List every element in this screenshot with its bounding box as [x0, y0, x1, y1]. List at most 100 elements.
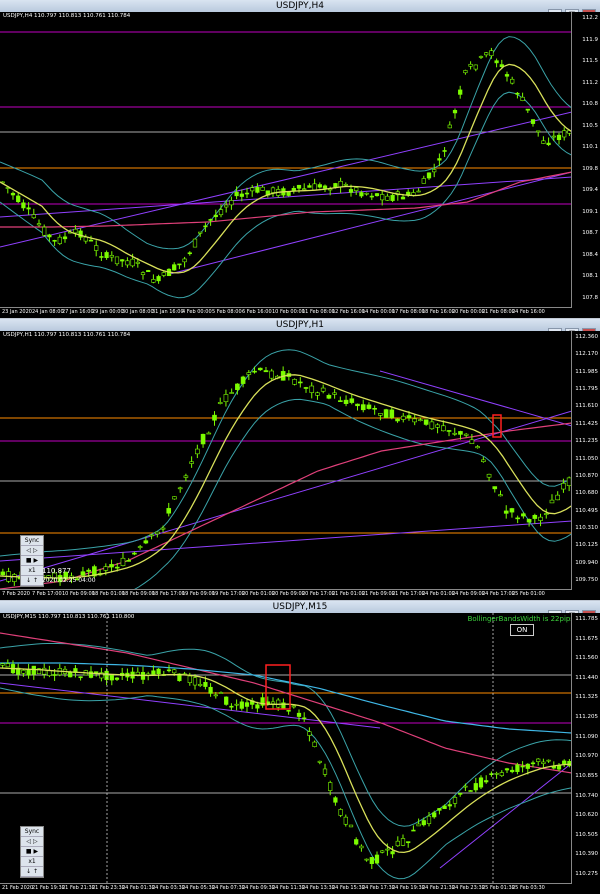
time-tick-label: 24 Feb 19:30 [392, 885, 425, 891]
candle-body [137, 546, 143, 548]
time-axis[interactable]: 7 Feb 2020 7 Feb 17:00 10 Feb 09:00 18 Feb … [0, 589, 572, 600]
candle-body [378, 413, 383, 416]
chart-plot-area[interactable]: USDJPY,H4 110.797 110.813 110.761 110.78… [0, 12, 600, 318]
candle-body [343, 184, 348, 186]
candle-body [406, 841, 411, 844]
price-tick-label: 111.2 [582, 79, 598, 86]
price-chart[interactable] [0, 613, 572, 884]
sync-nav-buttons[interactable]: ◁ ▷ [21, 837, 43, 847]
price-tick-label: 109.940 [575, 559, 598, 566]
time-tick-label: 20 Feb 00:00 [452, 309, 485, 315]
price-chart[interactable] [0, 12, 572, 308]
time-tick-label: 30 Jan 08:00 [122, 309, 154, 315]
candle-body [270, 187, 276, 193]
candle-body [385, 848, 390, 851]
candle-body [416, 823, 421, 827]
candle-body [498, 494, 503, 497]
candle-body [458, 431, 463, 435]
candle-body [11, 574, 17, 582]
candle-body [52, 674, 57, 676]
candle-body [208, 686, 213, 694]
time-axis[interactable]: 23 Jan 2020 24 Jan 08:00 27 Jan 16:00 29 Ja… [0, 307, 572, 318]
window-titlebar[interactable]: USDJPY,H4 _□x [0, 0, 600, 20]
chart-plot-area[interactable]: USDJPY,M15 110.797 110.813 110.761 110.8… [0, 613, 600, 894]
time-tick-label: 23 Jan 2020 [2, 309, 32, 315]
time-tick-label: 21 Feb 09:00 [362, 591, 395, 597]
candle-body [481, 459, 486, 462]
candle-body [383, 409, 389, 418]
candle-body [57, 236, 62, 244]
candle-body [166, 669, 172, 672]
candle-body [177, 263, 182, 266]
time-axis[interactable]: 21 Feb 2020 21 Feb 19:30 21 Feb 21:30 21 Fe… [0, 883, 572, 894]
time-tick-label: 7 Feb 17:00 [32, 591, 62, 597]
candle-body [224, 696, 229, 705]
price-tick-label: 108.7 [582, 230, 598, 237]
candle-body [309, 385, 315, 393]
candle-body [354, 187, 359, 191]
price-tick-label: 110.855 [575, 772, 598, 779]
candle-body [395, 840, 400, 847]
candle-body [486, 473, 492, 478]
candle-body [400, 196, 406, 200]
time-tick-label: 19 Feb 09:00 [182, 591, 215, 597]
candle-body [240, 376, 246, 384]
sync-panel[interactable]: Sync ◁ ▷ ■ ▶ x1 ↓ ↑ [20, 826, 44, 878]
price-chart[interactable] [0, 331, 572, 590]
candle-body [348, 824, 354, 828]
window-titlebar[interactable]: USDJPY,H1 _□x [0, 319, 600, 339]
sync-arrows[interactable]: ↓ ↑ [21, 867, 43, 877]
chart-plot-area[interactable]: USDJPY,H1 110.797 110.813 110.761 110.78… [0, 331, 600, 600]
candle-body [343, 399, 349, 404]
price-tick-label: 112.170 [575, 351, 598, 358]
candle-body [213, 694, 218, 697]
price-axis[interactable]: 111.785 111.675 111.560 111.440 111.325 111.2… [571, 613, 600, 884]
price-tick-label: 111.205 [575, 714, 598, 721]
candle-body [172, 669, 177, 674]
price-tick-label: 109.1 [582, 208, 598, 215]
price-tick-label: 110.310 [575, 524, 598, 531]
candle-body [224, 204, 229, 208]
sync-panel[interactable]: Sync ◁ ▷ ■ ▶ x1 ↓ ↑ [20, 535, 44, 587]
price-axis[interactable]: 112.360 112.170 111.985 111.795 111.610 111.4… [571, 331, 600, 590]
time-tick-label: 10 Feb 00:00 [272, 309, 305, 315]
candle-body [239, 193, 244, 197]
candle-body [218, 692, 224, 694]
sync-play-buttons[interactable]: ■ ▶ [21, 556, 43, 566]
on-toggle-button[interactable]: ON [510, 624, 534, 636]
candle-body [494, 773, 499, 775]
chart-window-h4[interactable]: USDJPY,H4 _□x USDJPY,H4 110.797 110.813 … [0, 0, 600, 318]
chart-window-m15[interactable]: USDJPY,M15 _□x USDJPY,M15 110.797 110.81… [0, 601, 600, 894]
sync-speed[interactable]: x1 [21, 566, 43, 576]
candle-body [521, 513, 526, 517]
moving-average-line [0, 422, 572, 590]
window-title: USDJPY,H4 [276, 1, 324, 11]
time-tick-label: 12 Feb 16:00 [332, 309, 365, 315]
sync-arrows[interactable]: ↓ ↑ [21, 576, 43, 586]
price-tick-label: 111.9 [582, 36, 598, 43]
time-tick-label: 24 Feb 15:30 [332, 885, 365, 891]
sync-speed[interactable]: x1 [21, 857, 43, 867]
candle-body [432, 169, 437, 173]
candle-body [208, 219, 213, 221]
candle-body [177, 487, 183, 490]
candle-body [192, 677, 198, 686]
candle-body [555, 494, 561, 501]
candle-body [478, 777, 484, 788]
price-axis[interactable]: 112.2 111.9 111.5 111.2 110.8 110.5 110.1 109.8… [571, 12, 600, 308]
chart-window-h1[interactable]: USDJPY,H1 _□x USDJPY,H1 110.797 110.813 … [0, 319, 600, 600]
window-titlebar[interactable]: USDJPY,M15 _□x [0, 601, 600, 621]
candle-body [244, 702, 250, 707]
candle-body [437, 158, 442, 161]
candle-body [26, 207, 31, 210]
candle-body [10, 192, 16, 196]
candle-body [492, 486, 498, 490]
candle-body [270, 701, 276, 705]
candle-body [80, 571, 86, 576]
candle-body [489, 50, 494, 57]
sync-nav-buttons[interactable]: ◁ ▷ [21, 546, 43, 556]
time-tick-label: 24 Feb 13:30 [302, 885, 335, 891]
sync-play-buttons[interactable]: ■ ▶ [21, 847, 43, 857]
candle-body [135, 261, 140, 264]
price-tick-label: 111.560 [575, 655, 598, 662]
